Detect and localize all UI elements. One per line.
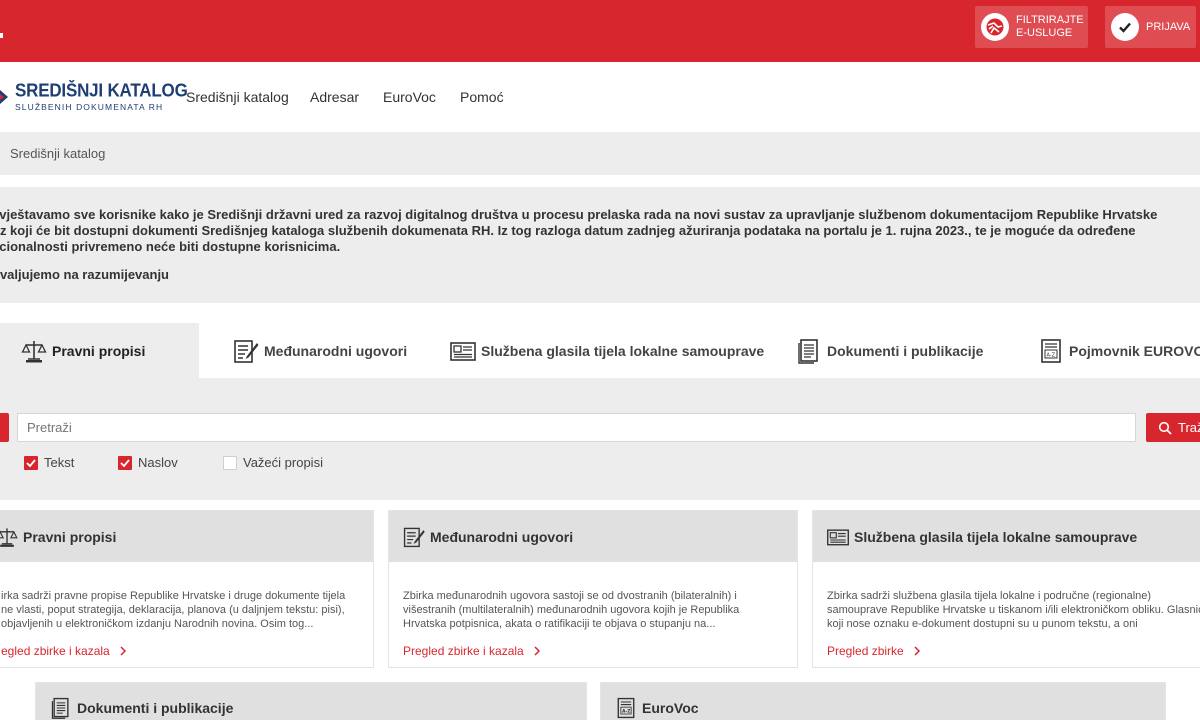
card-body: Zbirka sadrži službena glasila tijela lo… — [813, 562, 1200, 658]
card-legal-regulations: Pravni propisi irka sadrži pravne propis… — [0, 510, 374, 668]
tab-label: Službena glasila tijela lokalne samoupra… — [481, 342, 765, 359]
card-header: Međunarodni ugovori — [389, 511, 797, 562]
notice-line-1: avještavamo sve korisnike kako je Središ… — [0, 207, 1158, 222]
chevron-right-icon — [120, 646, 126, 656]
card-link-label: Pregled zbirke — [827, 644, 904, 658]
menu-edge-mark — [0, 33, 3, 38]
login-button[interactable]: PRIJAVA — [1105, 6, 1196, 48]
document-pen-icon — [403, 527, 425, 547]
tab-label: Pravni propisi — [52, 342, 146, 359]
tab-legal-regulations[interactable]: Pravni propisi — [0, 323, 199, 378]
nav-link-help[interactable]: Pomoć — [460, 89, 504, 105]
card-header: Službena glasila tijela lokalne samoupra… — [813, 511, 1200, 562]
notice-line-3: kcionalnosti privremeno neće biti dostup… — [0, 239, 341, 254]
tab-international-treaties[interactable]: Međunarodni ugovori — [232, 323, 407, 378]
tab-label: Pojmovnik EUROVOC — [1069, 342, 1200, 359]
tab-label: Međunarodni ugovori — [264, 342, 408, 359]
card-description: Zbirka sadrži službena glasila tijela lo… — [827, 590, 1200, 630]
card-link[interactable]: egled zbirke i kazala — [1, 644, 359, 658]
card-title: EuroVoc — [642, 700, 699, 716]
chevron-right-icon — [534, 646, 540, 656]
card-description: Zbirka međunarodnih ugovora sastoji se o… — [403, 590, 740, 630]
nav-link-directory[interactable]: Adresar — [310, 89, 359, 105]
chevron-right-icon — [914, 646, 920, 656]
nav-link-central-catalog[interactable]: Središnji katalog — [186, 89, 289, 105]
card-link-label: Pregled zbirke i kazala — [403, 644, 524, 658]
main-navigation: SREDIŠNJI KATALOG SLUŽBENIH DOKUMENATA R… — [0, 62, 1200, 132]
checkbox-checked-icon — [118, 455, 132, 470]
card-link[interactable]: Pregled zbirke i kazala — [403, 644, 783, 658]
card-documents-publications: Dokumenti i publikacije — [35, 682, 587, 720]
search-input[interactable] — [17, 413, 1136, 442]
card-link-label: egled zbirke i kazala — [1, 644, 110, 658]
checkbox-unchecked-icon — [223, 455, 237, 470]
notice-line-4: hvaljujemo na razumijevanju — [0, 267, 169, 282]
checkmark-icon — [1111, 13, 1139, 41]
logo-subtitle: SLUŽBENIH DOKUMENATA RH — [15, 102, 164, 112]
top-bar: FILTRIRAJTE E-USLUGE PRIJAVA — [0, 0, 1200, 62]
search-button[interactable]: Traž — [1146, 413, 1200, 442]
search-filter-toggle-button[interactable] — [0, 413, 9, 442]
card-body: Zbirka međunarodnih ugovora sastoji se o… — [389, 562, 797, 658]
card-eurovoc: A-Z EuroVoc — [600, 682, 1166, 720]
card-title: Pravni propisi — [23, 528, 117, 545]
card-body: irka sadrži pravne propise Republike Hrv… — [0, 562, 373, 658]
login-label: PRIJAVA — [1146, 20, 1191, 33]
search-icon — [1158, 421, 1172, 435]
glossary-az-icon: A-Z — [1041, 338, 1061, 363]
card-title: Međunarodni ugovori — [430, 528, 574, 545]
card-header: Dokumenti i publikacije — [36, 683, 586, 720]
checkbox-title[interactable]: Naslov — [118, 455, 178, 470]
tab-local-gazettes[interactable]: Službena glasila tijela lokalne samoupra… — [449, 323, 764, 378]
tab-label: Dokumenti i publikacije — [827, 342, 984, 359]
svg-text:A-Z: A-Z — [1047, 352, 1056, 358]
card-header: A-Z EuroVoc — [601, 683, 1165, 720]
checkbox-label: Naslov — [138, 455, 178, 470]
card-link[interactable]: Pregled zbirke — [827, 644, 1186, 658]
filter-e-services-button[interactable]: FILTRIRAJTE E-USLUGE — [975, 6, 1088, 48]
filter-label-line2: E-USLUGE — [1016, 27, 1073, 39]
logo-title: SREDIŠNJI KATALOG — [15, 80, 188, 101]
card-local-gazettes: Službena glasila tijela lokalne samoupra… — [812, 510, 1200, 668]
newspaper-icon — [827, 528, 849, 545]
scales-icon — [21, 340, 47, 362]
logo-mark-icon — [0, 90, 8, 104]
svg-text:A-Z: A-Z — [622, 709, 630, 715]
card-international-treaties: Međunarodni ugovori Zbirka međunarodnih … — [388, 510, 798, 668]
document-pen-icon — [234, 339, 259, 363]
card-header: Pravni propisi — [0, 511, 373, 562]
checkbox-text[interactable]: Tekst — [24, 455, 74, 470]
notice-line-2: oz koji će bit dostupni dokumenti Središ… — [0, 223, 1136, 238]
filter-label-line1: FILTRIRAJTE — [1016, 14, 1084, 26]
search-button-label: Traž — [1178, 420, 1200, 435]
collection-tabs: Pravni propisi Međunarodni ugovori Služb… — [0, 323, 1200, 378]
card-title: Službena glasila tijela lokalne samoupra… — [854, 528, 1138, 545]
scales-icon — [0, 527, 18, 547]
checkbox-label: Tekst — [44, 455, 75, 470]
site-logo[interactable]: SREDIŠNJI KATALOG SLUŽBENIH DOKUMENATA R… — [0, 80, 188, 116]
nav-link-eurovoc[interactable]: EuroVoc — [383, 89, 436, 105]
glossary-az-icon: A-Z — [617, 697, 635, 719]
newspaper-icon — [450, 341, 476, 361]
card-title: Dokumenti i publikacije — [77, 700, 234, 716]
notice-banner: avještavamo sve korisnike kako je Središ… — [0, 187, 1200, 303]
documents-stack-icon — [51, 697, 69, 719]
documents-stack-icon — [798, 338, 818, 364]
breadcrumb: Središnji katalog — [0, 132, 1200, 175]
tab-documents-publications[interactable]: Dokumenti i publikacije — [795, 323, 983, 378]
tab-eurovoc-glossary[interactable]: A-Z Pojmovnik EUROVOC — [1037, 323, 1200, 378]
globe-icon — [981, 13, 1009, 41]
checkbox-checked-icon — [24, 455, 38, 470]
breadcrumb-current[interactable]: Središnji katalog — [10, 146, 105, 161]
card-description: irka sadrži pravne propise Republike Hrv… — [1, 590, 346, 630]
search-panel: Traž Tekst Naslov Važeći propisi — [0, 378, 1200, 500]
checkbox-valid-regulations[interactable]: Važeći propisi — [223, 455, 323, 470]
checkbox-label: Važeći propisi — [243, 455, 323, 470]
